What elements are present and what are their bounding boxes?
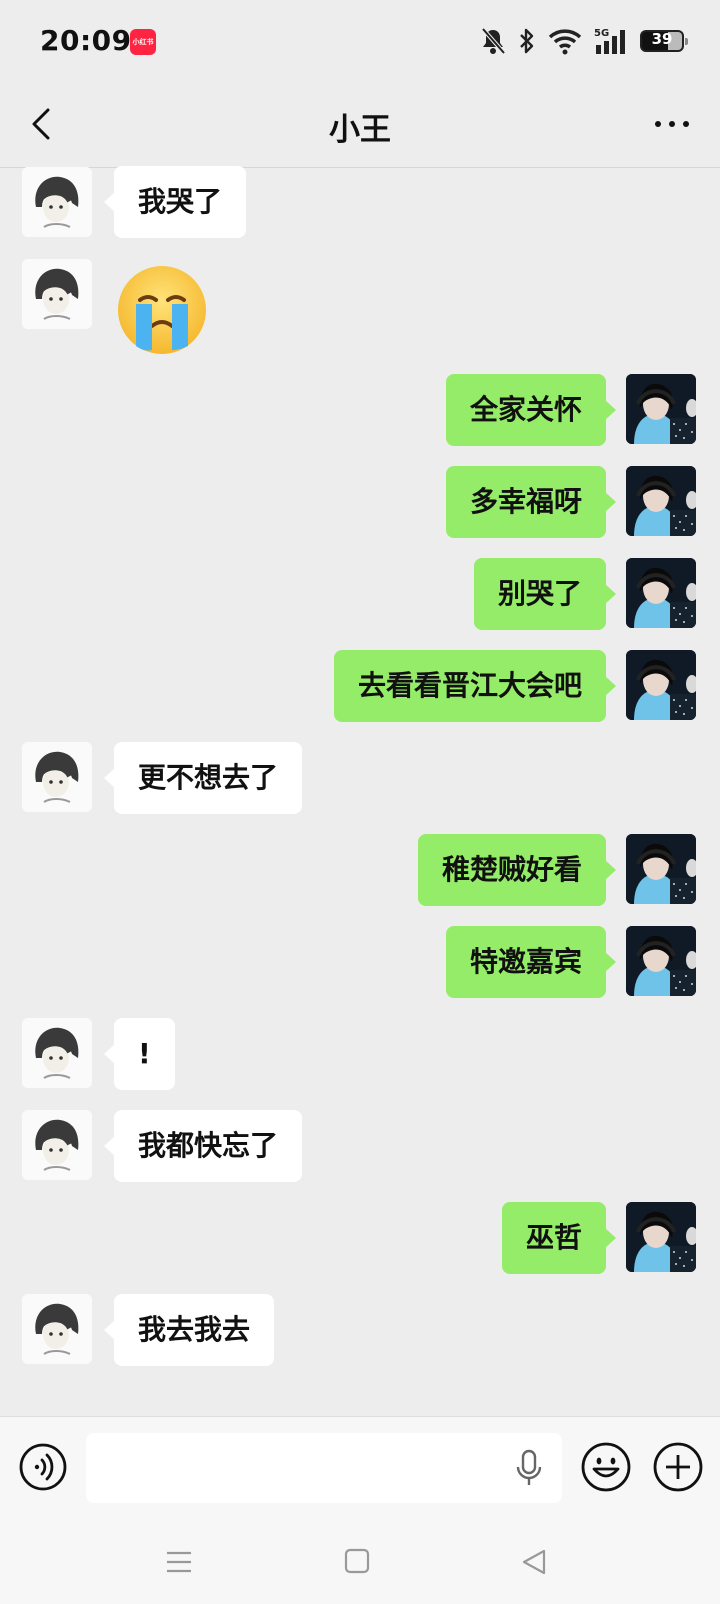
input-bar: [0, 1416, 720, 1518]
wifi-icon: [548, 27, 582, 55]
chat-title: 小王: [329, 112, 391, 148]
friend-avatar[interactable]: [22, 167, 92, 237]
my-avatar[interactable]: [626, 374, 696, 444]
message-bubble-sent[interactable]: 多幸福呀: [445, 466, 617, 538]
plus-icon: [653, 1442, 703, 1492]
more-dots-icon: [655, 121, 689, 127]
friend-avatar[interactable]: [22, 259, 92, 329]
status-bar: 20:09 小红书 5G 39: [0, 0, 720, 82]
status-time: 20:09: [40, 24, 132, 57]
message-bubble-sent[interactable]: 别哭了: [473, 558, 617, 630]
friend-avatar[interactable]: [22, 742, 92, 812]
emoji-button[interactable]: [580, 1441, 632, 1493]
message-bubble-received[interactable]: 更不想去了: [103, 742, 303, 814]
crying-face-emoji-message[interactable]: [114, 262, 210, 358]
my-avatar[interactable]: [626, 1202, 696, 1272]
mic-icon: [516, 1449, 542, 1485]
message-bubble-received[interactable]: 我去我去: [103, 1294, 275, 1366]
bell-off-icon: [480, 27, 506, 55]
chat-header: 小王: [0, 82, 720, 168]
friend-avatar[interactable]: [22, 1110, 92, 1180]
more-button[interactable]: [652, 104, 692, 144]
recent-apps-button[interactable]: [165, 1548, 193, 1576]
my-avatar[interactable]: [626, 834, 696, 904]
home-button[interactable]: [344, 1548, 370, 1574]
my-avatar[interactable]: [626, 650, 696, 720]
mic-button[interactable]: [514, 1449, 544, 1487]
message-bubble-received[interactable]: 我哭了: [103, 166, 247, 238]
voice-icon: [19, 1443, 67, 1491]
system-back-button[interactable]: [520, 1548, 548, 1576]
message-bubble-received[interactable]: 我都快忘了: [103, 1110, 303, 1182]
5g-signal-icon: 5G: [594, 27, 628, 55]
svg-text:5G: 5G: [594, 28, 609, 39]
battery-level: 39: [651, 30, 673, 48]
my-avatar[interactable]: [626, 926, 696, 996]
crying-face-icon: [118, 266, 206, 354]
menu-icon: [167, 1551, 191, 1573]
message-bubble-sent[interactable]: 全家关怀: [445, 374, 617, 446]
message-bubble-sent[interactable]: 巫哲: [501, 1202, 617, 1274]
my-avatar[interactable]: [626, 466, 696, 536]
my-avatar[interactable]: [626, 558, 696, 628]
status-icons: 5G 39: [480, 24, 688, 58]
message-bubble-sent[interactable]: 去看看晋江大会吧: [333, 650, 617, 722]
bluetooth-icon: [518, 27, 536, 55]
app-notification-badge: 小红书: [130, 29, 156, 55]
friend-avatar[interactable]: [22, 1294, 92, 1364]
message-bubble-sent[interactable]: 稚楚贼好看: [417, 834, 617, 906]
emoji-icon: [581, 1442, 631, 1492]
friend-avatar[interactable]: [22, 1018, 92, 1088]
battery-icon: 39: [640, 30, 688, 52]
system-nav-bar: [0, 1518, 720, 1604]
more-functions-button[interactable]: [652, 1441, 704, 1493]
square-icon: [344, 1548, 370, 1574]
message-bubble-received[interactable]: !: [104, 1018, 175, 1090]
voice-button[interactable]: [18, 1442, 68, 1492]
triangle-back-icon: [522, 1549, 546, 1575]
message-input[interactable]: [86, 1433, 562, 1503]
message-bubble-sent[interactable]: 特邀嘉宾: [445, 926, 617, 998]
